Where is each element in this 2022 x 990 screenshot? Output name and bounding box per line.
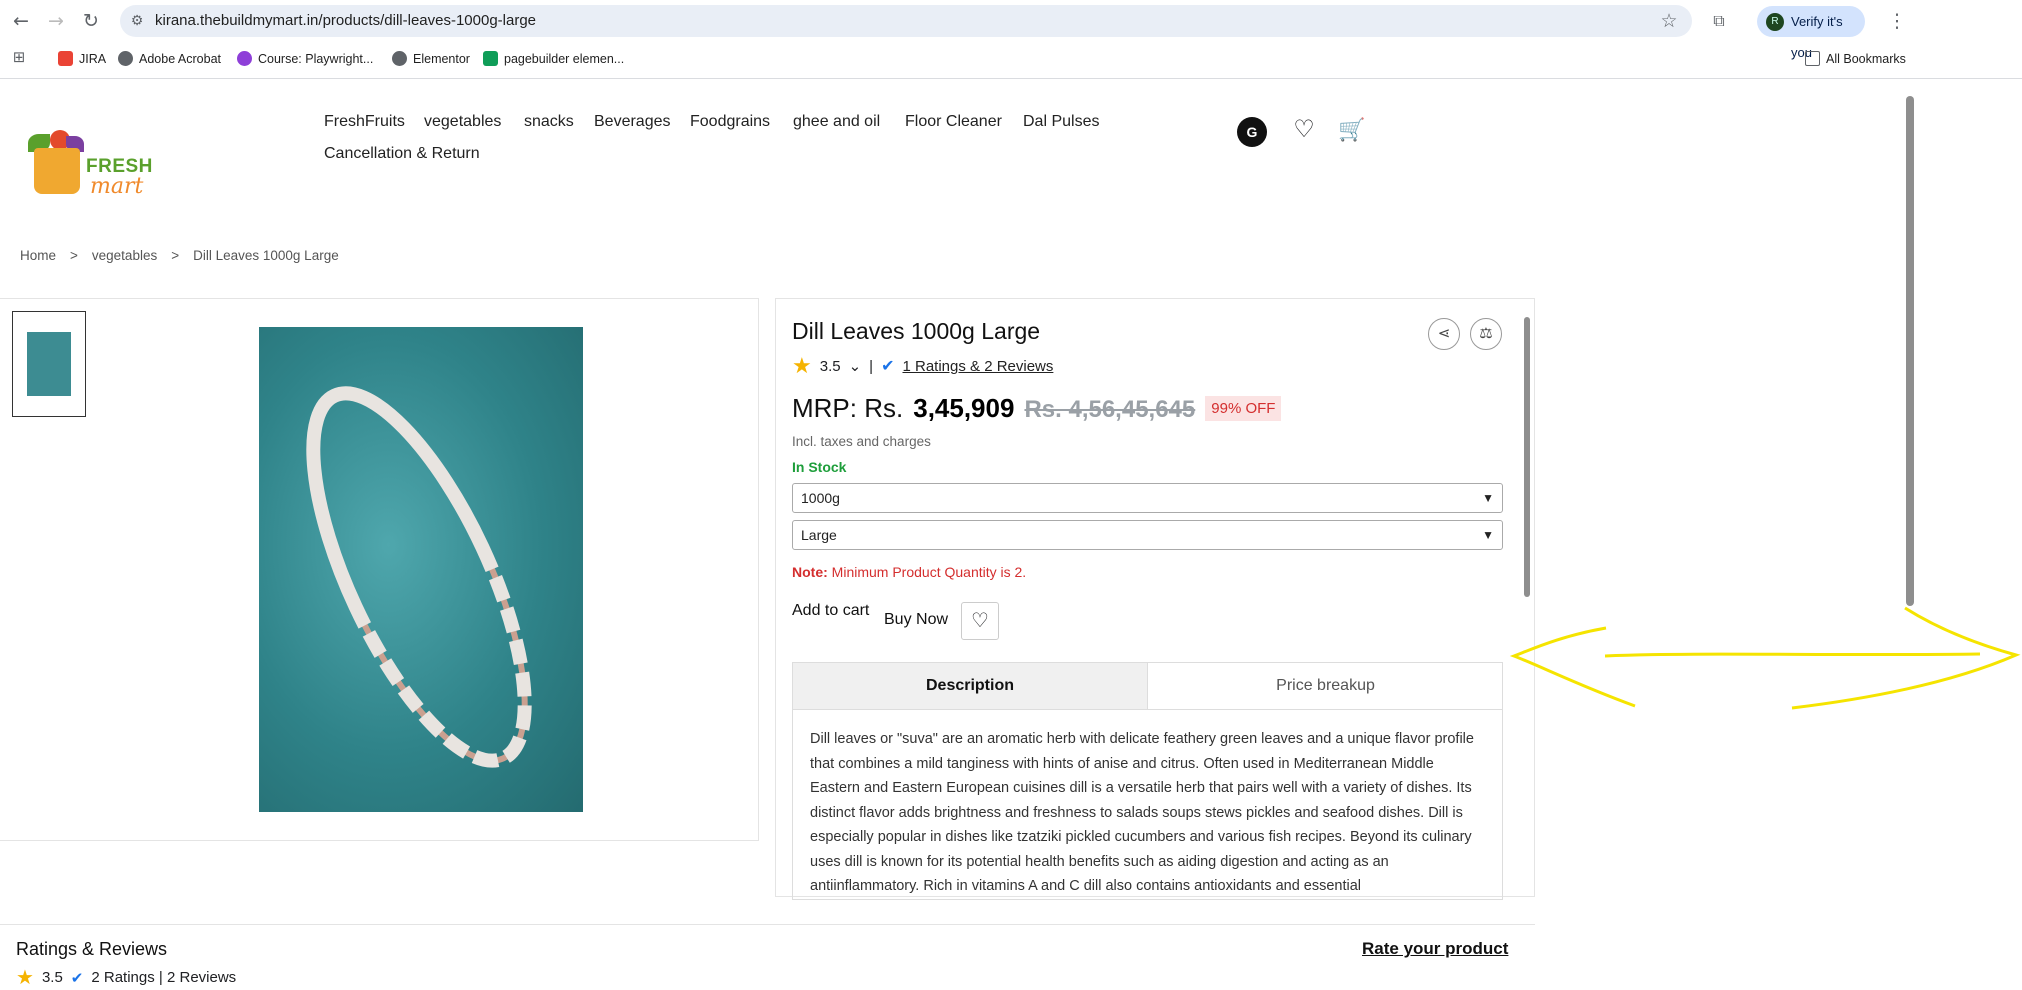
nav-cancellation-return[interactable]: Cancellation & Return [324, 145, 480, 163]
size-selected: Large [801, 527, 837, 543]
chevron-down-icon: ▼ [1482, 528, 1494, 542]
nav-floor-cleaner[interactable]: Floor Cleaner [905, 113, 1002, 131]
cart-icon[interactable]: 🛒 [1338, 116, 1366, 144]
browser-chrome: ← → ↻ ⚙ kirana.thebuildmymart.in/product… [0, 0, 2022, 79]
weight-selected: 1000g [801, 490, 840, 506]
extensions-icon[interactable]: ⧉ [1708, 10, 1730, 32]
nav-vegetables[interactable]: vegetables [424, 113, 501, 131]
nav-ghee-and-oil[interactable]: ghee and oil [793, 113, 880, 131]
bookmark-star-icon[interactable]: ☆ [1658, 10, 1680, 32]
rate-product-link[interactable]: Rate your product [1362, 939, 1508, 959]
back-icon[interactable]: ← [10, 10, 32, 32]
bookmark-pagebuilder[interactable]: pagebuilder elemen... [483, 51, 624, 66]
gallery-thumbnail[interactable] [12, 311, 86, 417]
scrollbar-thumb[interactable] [1524, 317, 1530, 597]
stock-status: In Stock [792, 459, 847, 475]
add-to-wishlist-button[interactable]: ♡ [961, 602, 999, 640]
original-price: Rs. 4,56,45,645 [1024, 396, 1196, 423]
globe-icon [392, 51, 407, 66]
all-bookmarks[interactable]: All Bookmarks [1805, 51, 1906, 66]
reviews-summary: ★ 3.5 ✔ 2 Ratings | 2 Reviews [16, 965, 236, 990]
reviews-count: 2 Ratings | 2 Reviews [91, 969, 237, 986]
nav-beverages[interactable]: Beverages [594, 113, 671, 131]
page-scrollbar[interactable] [1902, 82, 1918, 988]
rating-divider: | [869, 357, 874, 375]
weight-select[interactable]: 1000g ▼ [792, 483, 1503, 513]
compare-scale-icon[interactable]: ⚖ [1470, 318, 1502, 350]
menu-kebab-icon[interactable]: ⋮ [1886, 10, 1908, 32]
bangle-illustration [306, 386, 532, 768]
avatar: R [1766, 13, 1784, 31]
discount-badge: 99% OFF [1205, 396, 1282, 421]
buy-now-button[interactable]: Buy Now [884, 611, 948, 629]
note-label: Note: [792, 564, 828, 580]
url-text[interactable]: kirana.thebuildmymart.in/products/dill-l… [155, 12, 536, 29]
breadcrumb-vegetables[interactable]: vegetables [92, 248, 157, 263]
selling-price: 3,45,909 [913, 393, 1015, 423]
add-to-cart-button[interactable]: Add to cart [792, 602, 869, 620]
tab-description[interactable]: Description [793, 663, 1148, 709]
product-description: Dill leaves or "suva" are an aromatic he… [792, 710, 1503, 900]
folder-icon [1805, 51, 1820, 66]
logo-bag [34, 148, 80, 194]
ratings-reviews-link[interactable]: 1 Ratings & 2 Reviews [902, 358, 1053, 375]
annotation-arrow [1509, 606, 2021, 710]
gmail-icon [58, 51, 73, 66]
info-panel-scrollbar[interactable] [1522, 303, 1532, 893]
globe-icon [118, 51, 133, 66]
product-main-image[interactable] [259, 327, 583, 812]
nav-snacks[interactable]: snacks [524, 113, 574, 131]
star-icon: ★ [792, 353, 812, 378]
chevron-down-icon[interactable]: ⌄ [849, 357, 862, 375]
mrp-label: MRP: Rs. [792, 393, 904, 423]
apps-grid-icon[interactable]: ⊞ [8, 46, 30, 68]
logo-text-mart: mart [90, 174, 144, 199]
breadcrumb-current: Dill Leaves 1000g Large [193, 248, 339, 263]
product-tabs: Description Price breakup [792, 662, 1503, 710]
wishlist-heart-icon[interactable]: ♡ [1290, 116, 1318, 144]
tax-note: Incl. taxes and charges [792, 434, 931, 449]
tab-price-breakup[interactable]: Price breakup [1148, 663, 1503, 709]
verified-badge-icon: ✔ [70, 969, 84, 987]
sheets-icon [483, 51, 498, 66]
product-rating: ★ 3.5 ⌄ | ✔ 1 Ratings & 2 Reviews [792, 353, 1053, 379]
udemy-icon [237, 51, 252, 66]
nav-freshfruits[interactable]: FreshFruits [324, 113, 405, 131]
note-text: Minimum Product Quantity is 2. [827, 564, 1027, 580]
reload-icon[interactable]: ↻ [80, 10, 102, 32]
min-quantity-note: Note: Minimum Product Quantity is 2. [792, 564, 1026, 580]
bookmark-acrobat[interactable]: Adobe Acrobat [118, 51, 221, 66]
verified-badge-icon: ✔ [881, 358, 895, 375]
breadcrumb: Home > vegetables > Dill Leaves 1000g La… [20, 248, 339, 263]
site-info-icon[interactable]: ⚙ [126, 10, 148, 32]
rating-value: 3.5 [819, 357, 841, 375]
reviews-title: Ratings & Reviews [16, 939, 168, 959]
price-row: MRP: Rs. 3,45,909 Rs. 4,56,45,645 99% OF… [792, 393, 1282, 424]
heart-icon: ♡ [971, 610, 989, 632]
user-avatar[interactable]: G [1237, 117, 1267, 147]
profile-button[interactable]: R Verify it's you [1757, 6, 1865, 60]
chevron-down-icon: ▼ [1482, 491, 1494, 505]
bookmark-elementor[interactable]: Elementor [392, 51, 470, 66]
share-icon[interactable]: ⋖ [1428, 318, 1460, 350]
page-scrollbar-thumb[interactable] [1906, 96, 1914, 606]
site-logo[interactable]: FRESH mart [20, 126, 152, 201]
nav-dal-pulses[interactable]: Dal Pulses [1023, 113, 1099, 131]
breadcrumb-separator: > [70, 248, 78, 263]
star-icon: ★ [16, 967, 34, 989]
size-select[interactable]: Large ▼ [792, 520, 1503, 550]
breadcrumb-separator: > [171, 248, 180, 263]
forward-icon[interactable]: → [45, 10, 67, 32]
thumbnail-image [27, 332, 71, 396]
bookmark-course[interactable]: Course: Playwright... [237, 51, 373, 66]
breadcrumb-home[interactable]: Home [20, 248, 56, 263]
nav-foodgrains[interactable]: Foodgrains [690, 113, 770, 131]
reviews-rating-value: 3.5 [41, 969, 63, 986]
bookmark-jira[interactable]: JIRA [58, 51, 106, 66]
product-title: Dill Leaves 1000g Large [792, 318, 1041, 344]
